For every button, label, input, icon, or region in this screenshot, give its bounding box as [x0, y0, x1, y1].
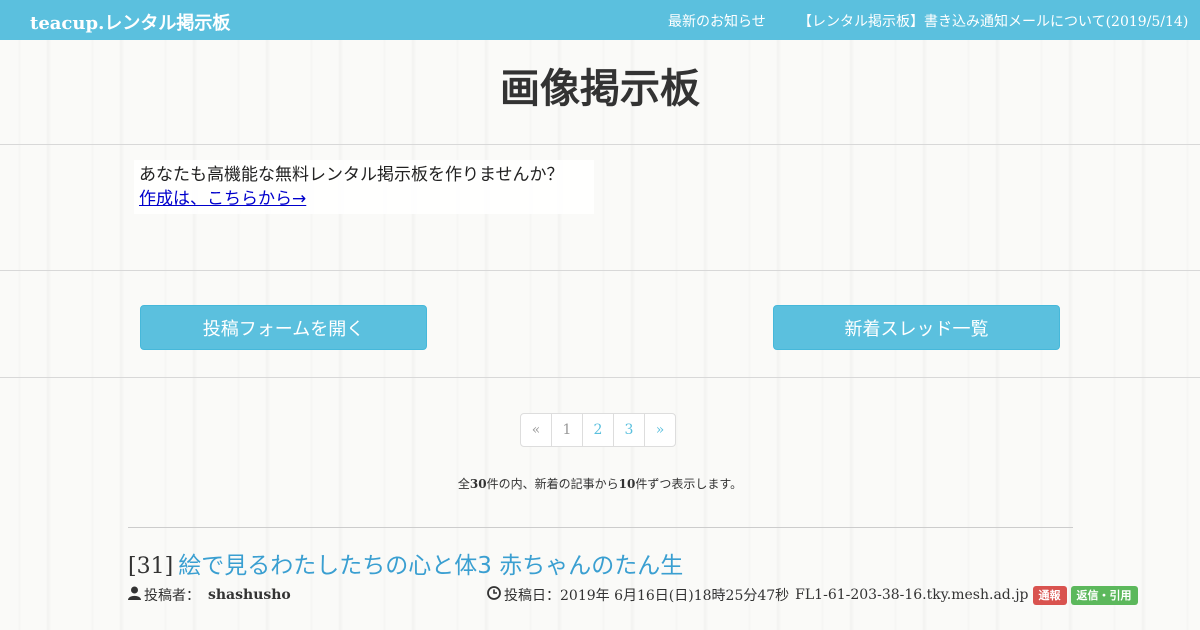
- reply-quote-badge[interactable]: 返信・引用: [1070, 585, 1138, 605]
- notice-link[interactable]: 【レンタル掲示板】書き込み通知メールについて(2019/5/14): [798, 11, 1188, 31]
- top-navbar: teacup.レンタル掲示板 最新のお知らせ 【レンタル掲示板】書き込み通知メー…: [0, 0, 1200, 40]
- post-author-line: 投稿者： shashusho: [128, 585, 291, 605]
- post-subject-link[interactable]: 絵で見るわたしたちの心と体3 赤ちゃんのたん生: [178, 553, 683, 579]
- summary-suffix: 件ずつ表示します。: [635, 477, 743, 491]
- summary-middle: 件の内、新着の記事から: [486, 477, 619, 491]
- clock-icon: [487, 586, 501, 604]
- summary-total: 30: [469, 477, 487, 491]
- pagination: « 1 2 3 »: [520, 413, 676, 447]
- divider: [0, 377, 1200, 378]
- promo-box: あなたも高機能な無料レンタル掲示板を作りませんか？ 作成は、こちらから→: [134, 160, 594, 214]
- summary-per-page: 10: [618, 477, 636, 491]
- post-date: 2019年 6月16日(日)18時25分47秒: [560, 588, 790, 604]
- new-threads-button[interactable]: 新着スレッド一覧: [773, 305, 1060, 350]
- post-number: [31]: [128, 554, 174, 579]
- author-label: 投稿者：: [144, 588, 200, 604]
- divider: [0, 270, 1200, 271]
- pagination-prev[interactable]: «: [520, 413, 552, 447]
- author-name: shashusho: [208, 587, 291, 603]
- pagination-page-2[interactable]: 2: [582, 413, 614, 447]
- post-divider: [128, 527, 1073, 528]
- post-date-line: 投稿日： 2019年 6月16日(日)18時25分47秒 FL1-61-203-…: [487, 585, 1138, 605]
- create-board-link[interactable]: 作成は、こちらから→: [139, 189, 306, 209]
- date-label: 投稿日：: [504, 588, 560, 604]
- promo-text: あなたも高機能な無料レンタル掲示板を作りませんか？: [139, 165, 564, 185]
- open-post-form-button[interactable]: 投稿フォームを開く: [140, 305, 427, 350]
- pagination-page-3[interactable]: 3: [613, 413, 645, 447]
- latest-news-link[interactable]: 最新のお知らせ: [668, 11, 766, 31]
- post-count-summary: 全30件の内、新着の記事から10件ずつ表示します。: [0, 475, 1200, 492]
- divider: [0, 144, 1200, 145]
- user-icon: [128, 586, 141, 604]
- pagination-page-1[interactable]: 1: [551, 413, 583, 447]
- summary-prefix: 全: [457, 477, 470, 491]
- pagination-next[interactable]: »: [644, 413, 676, 447]
- report-badge[interactable]: 通報: [1032, 585, 1067, 605]
- post-host: FL1-61-203-38-16.tky.mesh.ad.jp: [795, 587, 1029, 603]
- page-title: 画像掲示板: [500, 66, 700, 112]
- post-title: [31] 絵で見るわたしたちの心と体3 赤ちゃんのたん生: [128, 546, 683, 580]
- brand-link[interactable]: teacup.レンタル掲示板: [30, 9, 230, 35]
